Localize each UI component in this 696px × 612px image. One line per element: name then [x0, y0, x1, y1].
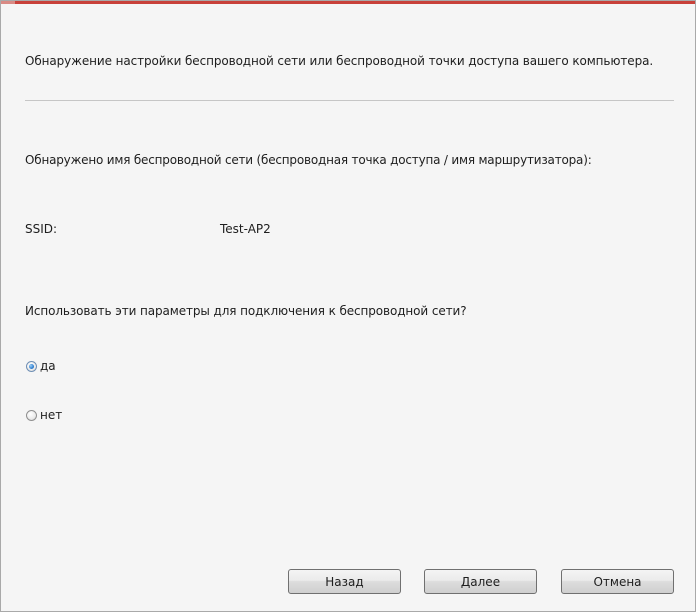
radio-option-no[interactable]: нет: [26, 406, 62, 424]
detected-network-label: Обнаружено имя беспроводной сети (беспро…: [25, 153, 592, 167]
use-settings-question: Использовать эти параметры для подключен…: [25, 304, 467, 318]
radio-label-no[interactable]: нет: [40, 407, 62, 424]
ssid-label: SSID:: [25, 222, 58, 236]
back-button[interactable]: Назад: [288, 569, 401, 594]
cancel-button[interactable]: Отмена: [561, 569, 674, 594]
dialog-heading: Обнаружение настройки беспроводной сети …: [25, 54, 654, 68]
radio-button-no[interactable]: [26, 409, 37, 421]
wireless-setup-dialog: Обнаружение настройки беспроводной сети …: [0, 0, 696, 612]
heading-divider: [25, 100, 674, 101]
next-button[interactable]: Далее: [424, 569, 537, 594]
dialog-content: Обнаружение настройки беспроводной сети …: [1, 4, 695, 611]
radio-option-yes[interactable]: да: [26, 357, 56, 375]
ssid-value: Test-AP2: [220, 222, 271, 236]
radio-selected-dot: [29, 363, 34, 369]
radio-label-yes[interactable]: да: [40, 358, 56, 375]
radio-button-yes[interactable]: [26, 360, 37, 372]
